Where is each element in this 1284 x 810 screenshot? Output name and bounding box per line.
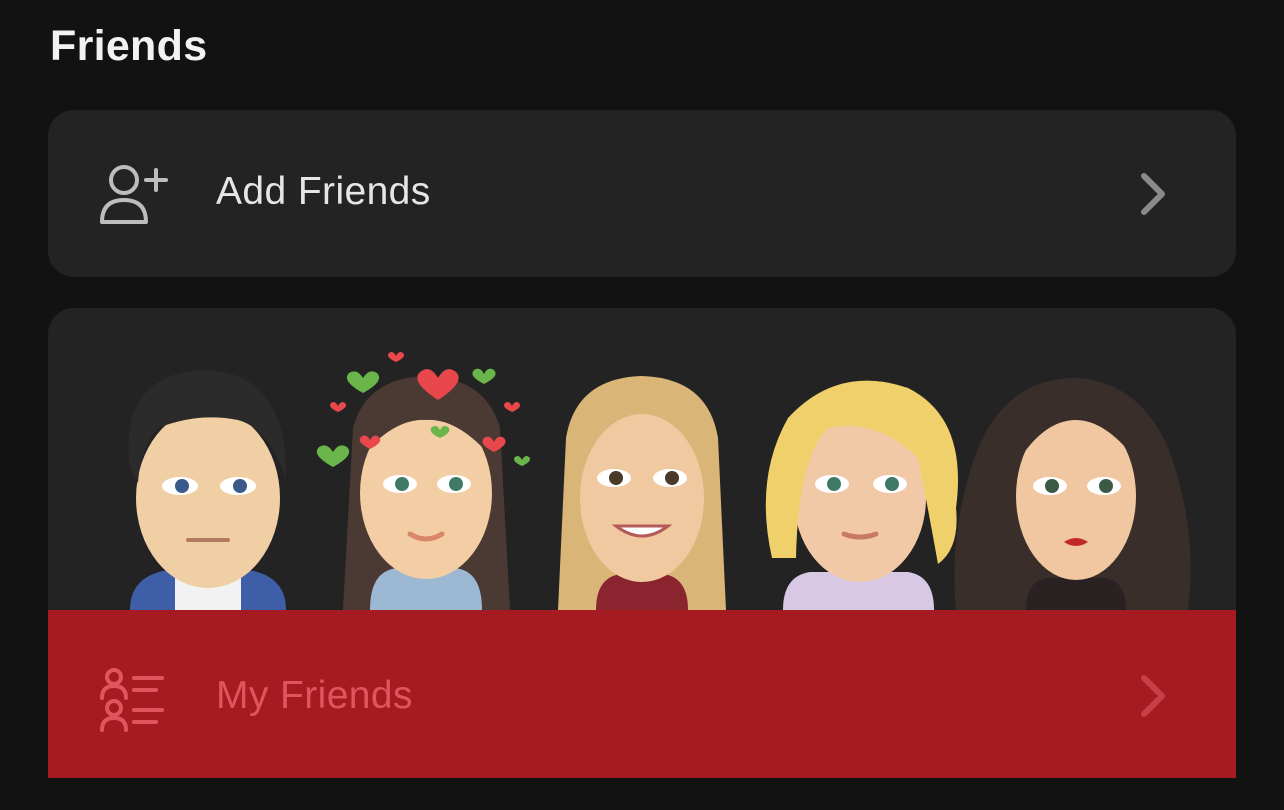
avatar-5 (954, 378, 1191, 610)
my-friends-label: My Friends (216, 674, 413, 717)
add-user-icon (98, 164, 170, 231)
section-title: Friends (50, 22, 208, 70)
my-friends-row[interactable]: My Friends (48, 610, 1236, 778)
avatar-2 (316, 352, 531, 610)
chevron-right-icon (1138, 172, 1168, 221)
avatar-1 (128, 369, 287, 610)
add-friends-card[interactable]: Add Friends (48, 110, 1236, 277)
friends-list-icon (100, 668, 166, 737)
avatar-3 (558, 376, 726, 610)
chevron-right-icon (1138, 674, 1168, 723)
add-friends-label: Add Friends (216, 170, 431, 213)
friends-avatars (128, 352, 1191, 610)
my-friends-card[interactable]: My Friends (48, 308, 1236, 778)
avatar-4 (765, 380, 958, 610)
